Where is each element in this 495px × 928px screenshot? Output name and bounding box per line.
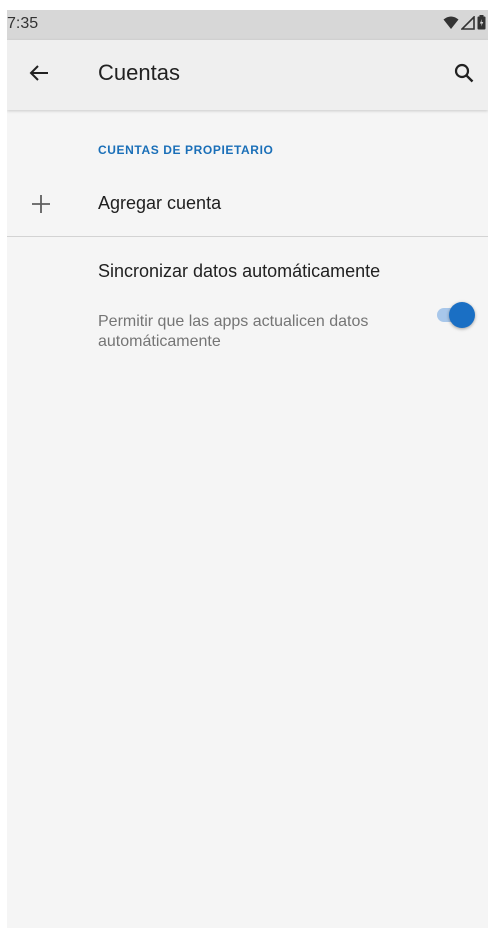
arrow-back-icon	[28, 62, 50, 89]
app-bar: Cuentas	[7, 40, 488, 110]
wifi-icon	[443, 16, 459, 35]
search-icon	[453, 62, 475, 89]
plus-icon	[29, 192, 53, 216]
back-button[interactable]	[23, 59, 55, 91]
auto-sync-row[interactable]: Sincronizar datos automáticamente Permit…	[7, 254, 488, 354]
status-icons	[443, 14, 486, 35]
search-button[interactable]	[448, 59, 480, 91]
add-account-label: Agregar cuenta	[98, 193, 222, 213]
toggle-thumb	[449, 302, 475, 328]
signal-icon	[460, 14, 475, 35]
page-title: Cuentas	[98, 60, 180, 85]
auto-sync-toggle[interactable]	[435, 302, 475, 328]
divider	[7, 236, 488, 237]
section-header-owner-accounts: CUENTAS DE PROPIETARIO	[98, 143, 274, 157]
add-account-row[interactable]: Agregar cuenta	[7, 174, 488, 234]
battery-icon	[477, 15, 486, 35]
status-time: 7:35	[7, 15, 39, 32]
status-bar: 7:35	[7, 10, 488, 40]
screen: 7:35 Cuentas CUENTAS DE PROPIETARIO Agre…	[7, 10, 488, 928]
auto-sync-summary: Permitir que las apps actualicen datos a…	[98, 313, 369, 350]
auto-sync-title: Sincronizar datos automáticamente	[98, 261, 381, 281]
